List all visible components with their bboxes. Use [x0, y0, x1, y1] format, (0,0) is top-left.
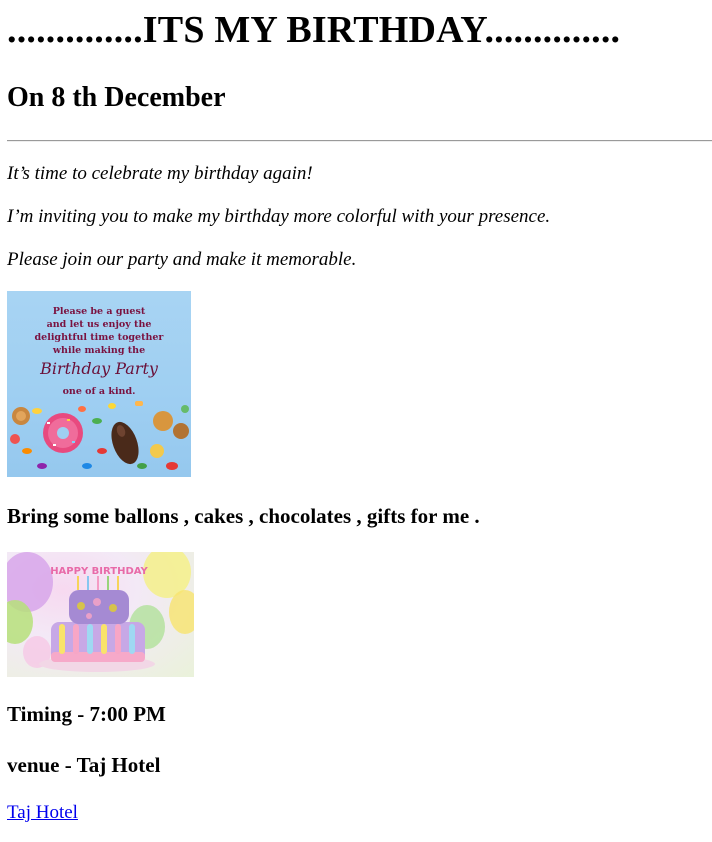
divider — [7, 140, 712, 142]
venue-link[interactable]: Taj Hotel — [7, 802, 78, 824]
page: ..............ITS MY BIRTHDAY...........… — [0, 0, 712, 842]
page-title: ..............ITS MY BIRTHDAY...........… — [7, 9, 621, 51]
cake-illustration: HAPPY BIRTHDAY — [7, 552, 194, 672]
date-heading: On 8 th December — [7, 82, 226, 113]
timing-heading: Timing - 7:00 PM — [7, 702, 166, 726]
cake-topper-text: HAPPY BIRTHDAY — [50, 566, 148, 577]
invite-paragraph-1: It’s time to celebrate my birthday again… — [7, 163, 313, 184]
venue-heading: venue - Taj Hotel — [7, 753, 161, 777]
candy-illustration — [10, 401, 189, 470]
birthday-cake-image: HAPPY BIRTHDAY — [7, 552, 194, 677]
invite-paragraph-3: Please join our party and make it memora… — [7, 249, 357, 270]
invite-paragraph-2: I’m inviting you to make my birthday mor… — [7, 206, 551, 227]
invitation-card-image: Please be a guest and let us enjoy the d… — [7, 291, 191, 477]
bring-items-heading: Bring some ballons , cakes , chocolates … — [7, 504, 480, 528]
